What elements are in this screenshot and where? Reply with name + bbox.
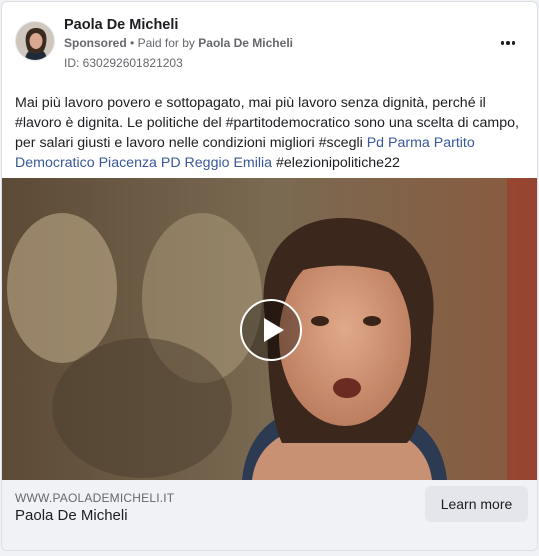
body-link[interactable]: Pd Parma bbox=[367, 135, 430, 151]
page-name[interactable]: Paola De Micheli bbox=[64, 17, 178, 33]
separator-dot: • bbox=[130, 36, 138, 50]
more-options-icon[interactable] bbox=[496, 31, 520, 55]
page-avatar[interactable] bbox=[15, 21, 55, 61]
body-text-segment: #elezionipolitiche22 bbox=[272, 155, 400, 171]
paid-for-name[interactable]: Paola De Micheli bbox=[198, 36, 293, 50]
more-dot bbox=[500, 41, 505, 45]
sponsored-line: Sponsored • Paid for by Paola De Micheli bbox=[64, 36, 293, 50]
post-body-text: Mai più lavoro povero e sottopagato, mai… bbox=[15, 93, 527, 173]
post-header: Paola De Micheli Sponsored • Paid for by… bbox=[2, 2, 537, 78]
more-dot bbox=[506, 41, 510, 45]
link-footer[interactable]: WWW.PAOLADEMICHELI.IT Paola De Micheli L… bbox=[2, 480, 537, 550]
paid-for-prefix: Paid for by bbox=[137, 36, 195, 50]
sponsored-label: Sponsored bbox=[64, 36, 127, 50]
play-icon bbox=[264, 318, 284, 342]
more-dot bbox=[511, 41, 516, 45]
ad-card: Paola De Micheli Sponsored • Paid for by… bbox=[1, 1, 538, 551]
video-thumbnail[interactable] bbox=[2, 178, 537, 480]
body-link[interactable]: PD Reggio Emilia bbox=[161, 155, 272, 171]
avatar-portrait-icon bbox=[16, 22, 54, 60]
ad-id: ID: 630292601821203 bbox=[64, 56, 183, 70]
learn-more-button[interactable]: Learn more bbox=[425, 486, 528, 522]
play-button[interactable] bbox=[240, 299, 302, 361]
link-domain: WWW.PAOLADEMICHELI.IT bbox=[15, 491, 175, 505]
link-title[interactable]: Paola De Micheli bbox=[15, 507, 128, 524]
